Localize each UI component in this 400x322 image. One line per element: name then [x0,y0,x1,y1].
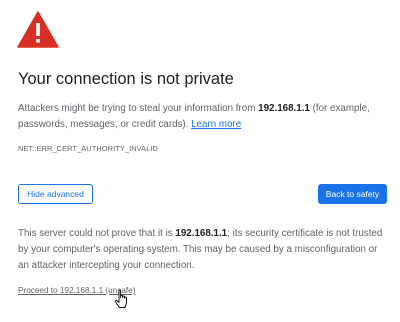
back-to-safety-button[interactable]: Back to safety [318,184,387,204]
warning-triangle-icon [17,11,59,48]
hide-advanced-button[interactable]: Hide advanced [18,184,93,204]
error-code: NET::ERR_CERT_AUTHORITY_INVALID [18,144,158,153]
intro-text-start: Attackers might be trying to steal your … [18,103,259,114]
details-text-start: This server could not prove that it is [18,228,176,239]
details-text: This server could not prove that it is 1… [18,226,384,274]
details-host: 192.168.1.1 [175,228,228,239]
learn-more-link[interactable]: Learn more [191,119,241,130]
intro-text: Attackers might be trying to steal your … [18,101,384,133]
hand-pointer-cursor-icon [115,289,127,308]
intro-host: 192.168.1.1 [258,103,310,114]
page-title: Your connection is not private [18,70,234,88]
